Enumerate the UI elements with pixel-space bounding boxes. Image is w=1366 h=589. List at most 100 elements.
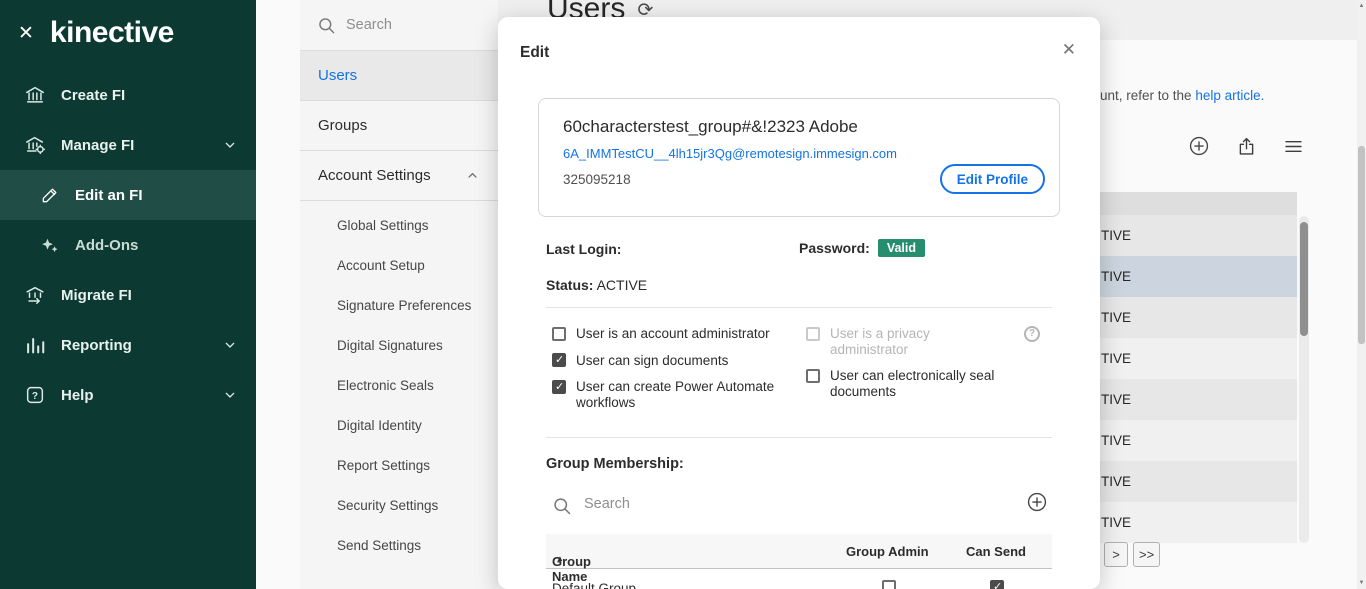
password-label: Password: [799,240,870,256]
table-row[interactable]: TIVE [1100,215,1297,256]
sidebar-item-label: Edit an FI [75,187,143,204]
can-send-checkbox[interactable] [990,580,1004,589]
settings-subnav: Users Groups Account Settings Global Set… [300,0,498,589]
status-value: ACTIVE [597,277,648,293]
subnav-item-global-settings[interactable]: Global Settings [300,205,498,245]
subnav-item-electronic-seals[interactable]: Electronic Seals [300,365,498,405]
account-admin-checkbox[interactable] [552,327,566,341]
primary-sidebar: ✕ kinective Create FI Manage FI Edit an … [0,0,256,589]
pencil-icon [40,185,60,205]
sidebar-item-reporting[interactable]: Reporting [0,320,256,370]
bank-arrow-icon [24,284,46,306]
subnav-item-report-settings[interactable]: Report Settings [300,445,498,485]
close-icon[interactable]: ✕ [1062,41,1076,58]
sidebar-item-label: Reporting [61,337,132,354]
user-name: 60characterstest_group#&!2323 Adobe [563,117,1049,137]
edit-profile-button[interactable]: Edit Profile [940,164,1045,194]
user-email-link[interactable]: 6A_IMMTestCU__4lh15jr3Qg@remotesign.imme… [563,146,897,161]
table-row[interactable]: TIVE [1100,502,1297,543]
group-search-input[interactable] [584,496,944,512]
search-icon [552,496,572,516]
subnav-search-input[interactable] [346,17,466,33]
table-row[interactable]: TIVE [1100,297,1297,338]
last-login-label: Last Login: [546,241,621,257]
chevron-up-icon[interactable] [465,168,480,183]
window-scrollbar[interactable]: ▲ ▼ [1357,0,1366,589]
permission-row-privacy-admin: User is a privacy administrator [806,326,1040,357]
sparkle-icon [40,235,60,255]
pagination-next-button[interactable]: > [1104,542,1128,567]
subnav-item-digital-signatures[interactable]: Digital Signatures [300,325,498,365]
window-scrollbar-thumb[interactable] [1358,146,1365,344]
divider [546,307,1052,308]
logo-row: ✕ kinective [0,0,256,62]
sidebar-item-create-fi[interactable]: Create FI [0,70,256,120]
profile-card: 60characterstest_group#&!2323 Adobe 6A_I… [538,98,1060,217]
search-icon [317,16,336,35]
account-settings-children: Global Settings Account Setup Signature … [300,200,498,565]
sidebar-item-edit-an-fi[interactable]: Edit an FI [0,170,256,220]
sidebar-item-manage-fi[interactable]: Manage FI [0,120,256,170]
sidebar-item-add-ons[interactable]: Add-Ons [0,220,256,270]
electronic-seal-checkbox[interactable] [806,369,820,383]
help-line: unt, refer to the help article. [1100,88,1264,103]
menu-icon[interactable] [1283,136,1304,157]
subnav-item-account-settings[interactable]: Account Settings [300,150,498,200]
table-row[interactable]: TIVE [1100,338,1297,379]
sort-ascending-icon[interactable]: ▲ [556,554,564,563]
table-row[interactable]: TIVE [1100,461,1297,502]
table-scrollbar[interactable] [1299,216,1309,543]
subnav-item-digital-identity[interactable]: Digital Identity [300,405,498,445]
sidebar-item-migrate-fi[interactable]: Migrate FI [0,270,256,320]
user-id: 325095218 [563,172,631,187]
add-group-button[interactable] [1026,491,1048,513]
group-admin-checkbox[interactable] [882,580,896,589]
add-user-button[interactable] [1188,135,1210,157]
table-row[interactable]: TIVE [1100,379,1297,420]
scroll-down-icon[interactable]: ▼ [1357,580,1366,586]
sign-documents-checkbox[interactable] [552,353,566,367]
table-row[interactable]: TIVE [1100,420,1297,461]
kinective-logo: kinective [50,16,174,50]
subnav-item-label: Groups [318,117,367,134]
sidebar-item-label: Create FI [61,87,125,104]
chevron-down-icon[interactable] [222,337,238,353]
status-label: Status: [546,277,593,293]
divider [546,437,1052,438]
pagination-last-button[interactable]: >> [1133,542,1160,567]
sidebar-collapse-icon[interactable]: ✕ [18,24,34,43]
bar-chart-icon [24,334,46,356]
permission-label: User is an account administrator [576,326,770,342]
table-scrollbar-thumb[interactable] [1300,222,1308,336]
scroll-up-icon[interactable]: ▲ [1357,3,1366,9]
permission-row-sign-documents: User can sign documents [552,353,798,369]
group-table-header: Group Name▲ Group Admin Can Send [546,534,1052,569]
subnav-item-send-settings[interactable]: Send Settings [300,525,498,565]
subnav-item-users[interactable]: Users [300,50,498,100]
sidebar-item-label: Add-Ons [75,237,138,254]
help-article-link[interactable]: help article. [1195,88,1264,103]
group-name: Default Group [552,581,636,589]
subnav-item-groups[interactable]: Groups [300,100,498,150]
subnav-item-signature-preferences[interactable]: Signature Preferences [300,285,498,325]
privacy-admin-checkbox [806,327,820,341]
users-toolbar [1188,135,1304,157]
subnav-item-account-setup[interactable]: Account Setup [300,245,498,285]
permission-label: User is a privacy administrator [830,326,1010,357]
pagination: > >> [1104,542,1160,567]
column-header-group-admin: Group Admin [846,544,929,559]
permission-row-electronic-seal: User can electronically seal documents [806,368,1040,399]
sidebar-item-help[interactable]: ? Help [0,370,256,420]
info-icon[interactable] [1024,326,1040,342]
chevron-down-icon[interactable] [222,387,238,403]
subnav-search [300,0,498,50]
users-table-header [1100,192,1297,215]
modal-title: Edit [520,44,549,62]
chevron-down-icon[interactable] [222,137,238,153]
subnav-item-security-settings[interactable]: Security Settings [300,485,498,525]
permission-row-account-admin: User is an account administrator [552,326,798,342]
power-automate-checkbox[interactable] [552,380,566,394]
sidebar-item-label: Manage FI [61,137,134,154]
export-icon[interactable] [1236,136,1257,157]
table-row[interactable]: TIVE [1100,256,1297,297]
